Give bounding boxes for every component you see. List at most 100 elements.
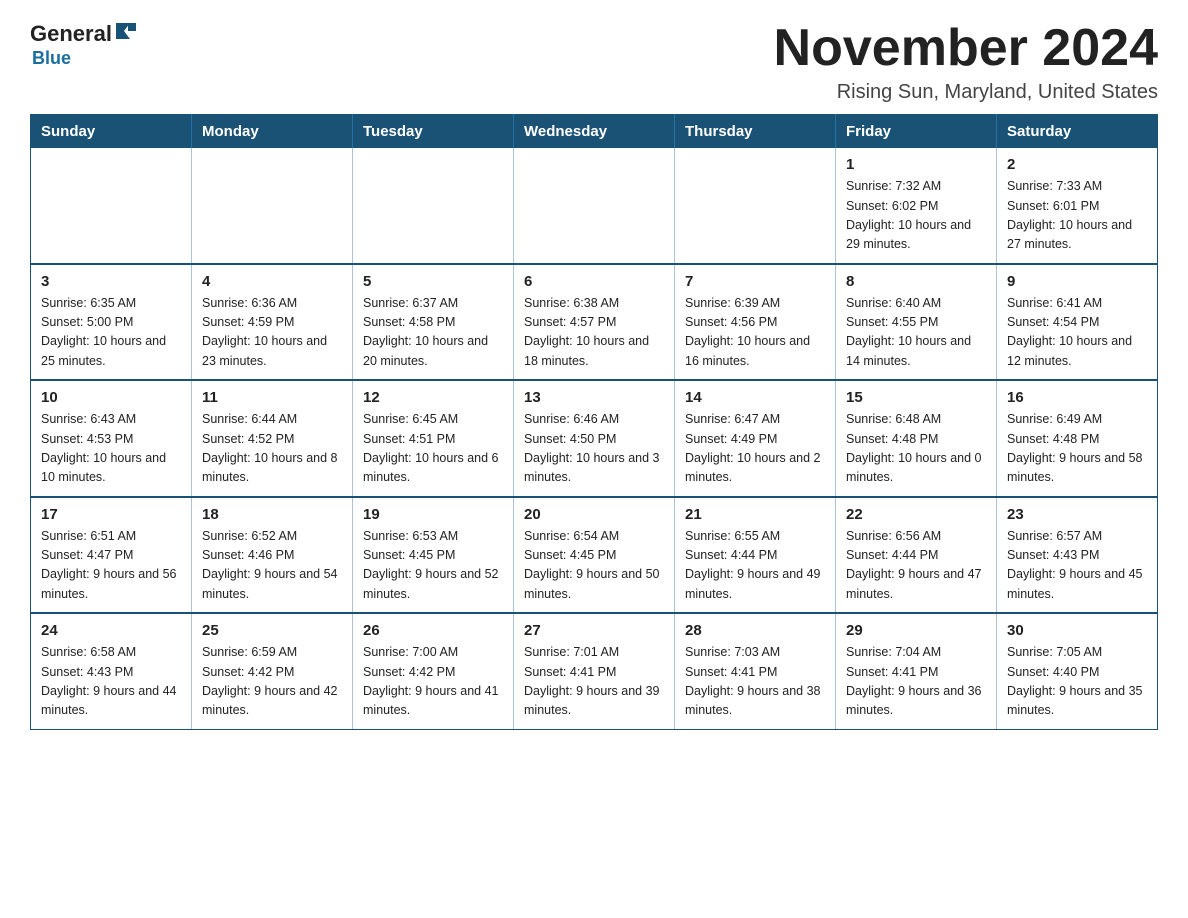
day-info: Sunrise: 6:52 AM Sunset: 4:46 PM Dayligh…	[202, 527, 342, 605]
day-number: 22	[846, 506, 986, 523]
calendar-cell	[192, 148, 353, 264]
day-number: 17	[41, 506, 181, 523]
week-row-3: 10 Sunrise: 6:43 AM Sunset: 4:53 PM Dayli…	[31, 380, 1158, 497]
day-info: Sunrise: 7:03 AM Sunset: 4:41 PM Dayligh…	[685, 643, 825, 721]
calendar-cell: 6 Sunrise: 6:38 AM Sunset: 4:57 PM Daylig…	[514, 264, 675, 381]
day-number: 3	[41, 273, 181, 290]
day-info: Sunrise: 6:38 AM Sunset: 4:57 PM Dayligh…	[524, 294, 664, 372]
day-info: Sunrise: 6:36 AM Sunset: 4:59 PM Dayligh…	[202, 294, 342, 372]
calendar-cell: 20 Sunrise: 6:54 AM Sunset: 4:45 PM Dayli…	[514, 497, 675, 614]
calendar-cell: 18 Sunrise: 6:52 AM Sunset: 4:46 PM Dayli…	[192, 497, 353, 614]
day-number: 18	[202, 506, 342, 523]
day-number: 26	[363, 622, 503, 639]
day-number: 13	[524, 389, 664, 406]
calendar-cell: 21Sunrise: 6:55 AM Sunset: 4:44 PM Dayli…	[675, 497, 836, 614]
day-number: 9	[1007, 273, 1147, 290]
week-row-5: 24Sunrise: 6:58 AM Sunset: 4:43 PM Dayli…	[31, 613, 1158, 729]
calendar-body: 1 Sunrise: 7:32 AM Sunset: 6:02 PM Daylig…	[31, 148, 1158, 729]
day-number: 21	[685, 506, 825, 523]
calendar-cell: 8Sunrise: 6:40 AM Sunset: 4:55 PM Daylig…	[836, 264, 997, 381]
calendar-cell: 22 Sunrise: 6:56 AM Sunset: 4:44 PM Dayli…	[836, 497, 997, 614]
day-info: Sunrise: 6:47 AM Sunset: 4:49 PM Dayligh…	[685, 410, 825, 488]
day-number: 27	[524, 622, 664, 639]
calendar-cell: 1 Sunrise: 7:32 AM Sunset: 6:02 PM Daylig…	[836, 148, 997, 264]
day-info: Sunrise: 6:59 AM Sunset: 4:42 PM Dayligh…	[202, 643, 342, 721]
calendar-cell: 3 Sunrise: 6:35 AM Sunset: 5:00 PM Daylig…	[31, 264, 192, 381]
header-day-sunday: Sunday	[31, 115, 192, 149]
calendar-cell: 26 Sunrise: 7:00 AM Sunset: 4:42 PM Dayli…	[353, 613, 514, 729]
calendar-cell: 30 Sunrise: 7:05 AM Sunset: 4:40 PM Dayli…	[997, 613, 1158, 729]
day-number: 6	[524, 273, 664, 290]
day-info: Sunrise: 6:44 AM Sunset: 4:52 PM Dayligh…	[202, 410, 342, 488]
week-row-4: 17 Sunrise: 6:51 AM Sunset: 4:47 PM Dayli…	[31, 497, 1158, 614]
day-info: Sunrise: 7:05 AM Sunset: 4:40 PM Dayligh…	[1007, 643, 1147, 721]
month-title: November 2024	[774, 20, 1158, 77]
calendar-cell: 29 Sunrise: 7:04 AM Sunset: 4:41 PM Dayli…	[836, 613, 997, 729]
calendar-cell: 23 Sunrise: 6:57 AM Sunset: 4:43 PM Dayli…	[997, 497, 1158, 614]
calendar-cell: 15 Sunrise: 6:48 AM Sunset: 4:48 PM Dayli…	[836, 380, 997, 497]
calendar-cell: 16 Sunrise: 6:49 AM Sunset: 4:48 PM Dayli…	[997, 380, 1158, 497]
header-day-monday: Monday	[192, 115, 353, 149]
day-info: Sunrise: 6:37 AM Sunset: 4:58 PM Dayligh…	[363, 294, 503, 372]
header-day-thursday: Thursday	[675, 115, 836, 149]
day-number: 15	[846, 389, 986, 406]
day-number: 1	[846, 156, 986, 173]
header-day-friday: Friday	[836, 115, 997, 149]
calendar-cell	[675, 148, 836, 264]
week-row-1: 1 Sunrise: 7:32 AM Sunset: 6:02 PM Daylig…	[31, 148, 1158, 264]
day-number: 30	[1007, 622, 1147, 639]
day-info: Sunrise: 6:54 AM Sunset: 4:45 PM Dayligh…	[524, 527, 664, 605]
logo-general: General	[30, 21, 112, 47]
day-number: 24	[41, 622, 181, 639]
calendar-cell	[353, 148, 514, 264]
day-info: Sunrise: 6:43 AM Sunset: 4:53 PM Dayligh…	[41, 410, 181, 488]
day-number: 12	[363, 389, 503, 406]
day-number: 7	[685, 273, 825, 290]
header-day-saturday: Saturday	[997, 115, 1158, 149]
day-number: 5	[363, 273, 503, 290]
location-title: Rising Sun, Maryland, United States	[774, 81, 1158, 104]
logo-flag-icon	[114, 20, 136, 42]
day-info: Sunrise: 6:46 AM Sunset: 4:50 PM Dayligh…	[524, 410, 664, 488]
day-number: 23	[1007, 506, 1147, 523]
calendar-cell: 28 Sunrise: 7:03 AM Sunset: 4:41 PM Dayli…	[675, 613, 836, 729]
calendar-cell: 25 Sunrise: 6:59 AM Sunset: 4:42 PM Dayli…	[192, 613, 353, 729]
day-info: Sunrise: 6:41 AM Sunset: 4:54 PM Dayligh…	[1007, 294, 1147, 372]
day-number: 11	[202, 389, 342, 406]
day-info: Sunrise: 6:49 AM Sunset: 4:48 PM Dayligh…	[1007, 410, 1147, 488]
calendar-cell: 9 Sunrise: 6:41 AM Sunset: 4:54 PM Daylig…	[997, 264, 1158, 381]
day-number: 14	[685, 389, 825, 406]
day-info: Sunrise: 7:33 AM Sunset: 6:01 PM Dayligh…	[1007, 177, 1147, 255]
day-info: Sunrise: 7:04 AM Sunset: 4:41 PM Dayligh…	[846, 643, 986, 721]
day-info: Sunrise: 6:39 AM Sunset: 4:56 PM Dayligh…	[685, 294, 825, 372]
day-info: Sunrise: 7:00 AM Sunset: 4:42 PM Dayligh…	[363, 643, 503, 721]
day-number: 16	[1007, 389, 1147, 406]
calendar-header: SundayMondayTuesdayWednesdayThursdayFrid…	[31, 115, 1158, 149]
calendar-cell: 11 Sunrise: 6:44 AM Sunset: 4:52 PM Dayli…	[192, 380, 353, 497]
day-number: 25	[202, 622, 342, 639]
day-number: 28	[685, 622, 825, 639]
day-number: 2	[1007, 156, 1147, 173]
day-info: Sunrise: 6:51 AM Sunset: 4:47 PM Dayligh…	[41, 527, 181, 605]
logo: General	[30, 20, 136, 48]
day-info: Sunrise: 6:40 AM Sunset: 4:55 PM Dayligh…	[846, 294, 986, 372]
calendar-table: SundayMondayTuesdayWednesdayThursdayFrid…	[30, 114, 1158, 730]
calendar-cell: 14 Sunrise: 6:47 AM Sunset: 4:49 PM Dayli…	[675, 380, 836, 497]
day-info: Sunrise: 7:32 AM Sunset: 6:02 PM Dayligh…	[846, 177, 986, 255]
day-info: Sunrise: 6:56 AM Sunset: 4:44 PM Dayligh…	[846, 527, 986, 605]
logo-area: General Blue	[30, 20, 136, 69]
calendar-cell	[31, 148, 192, 264]
calendar-cell: 4Sunrise: 6:36 AM Sunset: 4:59 PM Daylig…	[192, 264, 353, 381]
day-info: Sunrise: 6:35 AM Sunset: 5:00 PM Dayligh…	[41, 294, 181, 372]
calendar-cell	[514, 148, 675, 264]
day-number: 29	[846, 622, 986, 639]
header-day-tuesday: Tuesday	[353, 115, 514, 149]
calendar-cell: 19Sunrise: 6:53 AM Sunset: 4:45 PM Dayli…	[353, 497, 514, 614]
day-info: Sunrise: 6:48 AM Sunset: 4:48 PM Dayligh…	[846, 410, 986, 488]
day-number: 19	[363, 506, 503, 523]
day-number: 10	[41, 389, 181, 406]
week-row-2: 3 Sunrise: 6:35 AM Sunset: 5:00 PM Daylig…	[31, 264, 1158, 381]
day-number: 20	[524, 506, 664, 523]
calendar-cell: 10 Sunrise: 6:43 AM Sunset: 4:53 PM Dayli…	[31, 380, 192, 497]
day-info: Sunrise: 6:57 AM Sunset: 4:43 PM Dayligh…	[1007, 527, 1147, 605]
